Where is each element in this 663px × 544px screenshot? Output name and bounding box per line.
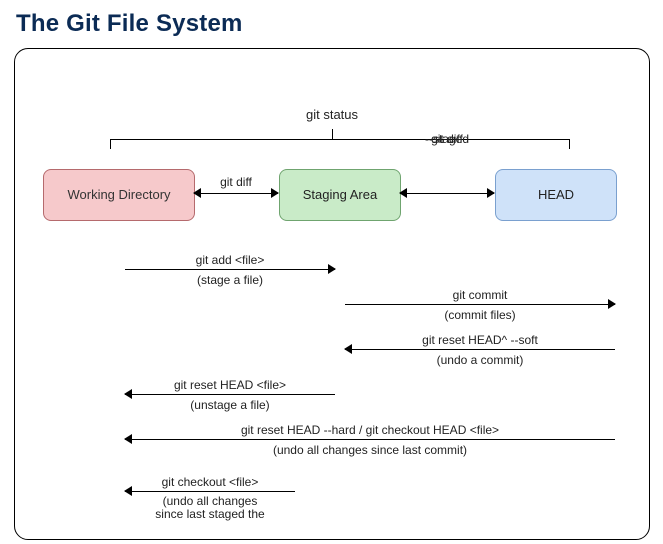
arrow-unstage: git reset HEAD <file>(unstage a file) (125, 394, 335, 395)
diagram-frame: git status Working Directory Staging Are… (14, 48, 650, 540)
arrow-checkout: git checkout <file>(undo all changes sin… (125, 491, 295, 492)
box-working-directory: Working Directory (43, 169, 195, 221)
bracket-line (110, 139, 570, 140)
arrow-cmd: git reset HEAD --hard / git checkout HEA… (125, 423, 615, 437)
arrow-sub: (undo a commit) (345, 353, 615, 367)
arrow-resetsoft: git reset HEAD^ --soft(undo a commit) (345, 349, 615, 350)
page-title: The Git File System (0, 0, 663, 38)
arrow-sub: (unstage a file) (125, 398, 335, 412)
arrow-sub: (undo all changes since last commit) (125, 443, 615, 457)
arrow-cmd: git add <file> (125, 253, 335, 267)
box-staging-area: Staging Area (279, 169, 401, 221)
arrow-cmd: git reset HEAD <file> (125, 378, 335, 392)
arrow-cmd: git checkout <file> (125, 475, 295, 489)
arrow-sub: (undo all changes since last staged the (125, 495, 295, 521)
diff-staged-label: git diff--staged (400, 163, 494, 176)
box-head: HEAD (495, 169, 617, 221)
arrow-diff-staging-head: git diff--staged (400, 193, 494, 194)
arrow-resethard: git reset HEAD --hard / git checkout HEA… (125, 439, 615, 440)
arrow-commit: git commit(commit files) (345, 304, 615, 305)
arrow-sub: (stage a file) (125, 273, 335, 287)
diff-label: git diff (194, 175, 278, 189)
arrow-cmd: git commit (345, 288, 615, 302)
arrow-cmd: git reset HEAD^ --soft (345, 333, 615, 347)
bracket-tick (332, 129, 333, 139)
arrow-add: git add <file>(stage a file) (125, 269, 335, 270)
git-status-label: git status (15, 107, 649, 122)
arrow-diff-working-staging: git diff (194, 193, 278, 194)
arrow-sub: (commit files) (345, 308, 615, 322)
page: The Git File System git status Working D… (0, 0, 663, 544)
